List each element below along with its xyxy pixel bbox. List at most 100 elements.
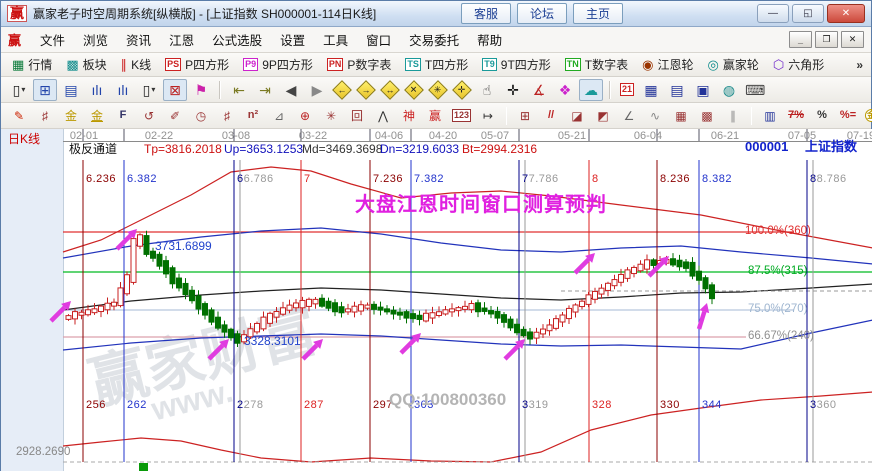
gann-wheel-button[interactable]: ◉江恩轮	[637, 55, 698, 74]
crosshair-button[interactable]: ✛	[501, 79, 525, 101]
gold-circle[interactable]: 金	[865, 109, 872, 122]
gann-top-label-part: 7.236	[373, 173, 403, 185]
parallel-lines[interactable]: ∥	[721, 105, 745, 127]
child-close-button[interactable]: ✕	[841, 31, 864, 48]
p-square-button[interactable]: PSP四方形	[160, 55, 234, 74]
quote-info-button[interactable]: ▤	[59, 79, 83, 101]
calendar-button[interactable]: 21	[620, 83, 634, 96]
tick-ruler-1[interactable]: ♯	[33, 105, 57, 127]
ruler-123[interactable]: 123	[452, 109, 471, 122]
menu-file[interactable]: 文件	[31, 28, 74, 51]
mirror-tool[interactable]: ⊿	[267, 105, 291, 127]
child-restore-button[interactable]: ❐	[815, 31, 838, 48]
gann-diamond-both[interactable]: ↔	[380, 80, 400, 100]
percent-lines[interactable]: %=	[836, 105, 860, 127]
kline-button[interactable]: ∥K线	[116, 55, 157, 74]
price-scale[interactable]: ▥	[758, 105, 782, 127]
9t-square-button[interactable]: T99T四方形	[477, 55, 556, 74]
winner-wheel-button[interactable]: ◎赢家轮	[703, 55, 764, 74]
shen-tool[interactable]: 神	[397, 105, 421, 127]
menu-tools[interactable]: 工具	[314, 28, 357, 51]
compass-pen[interactable]: ✐	[163, 105, 187, 127]
gann-flower-button[interactable]: ❖	[553, 79, 577, 101]
menu-settings[interactable]: 设置	[271, 28, 314, 51]
t-table-button[interactable]: TNT数字表	[560, 55, 633, 74]
p-table-button[interactable]: PNP数字表	[322, 55, 397, 74]
scrollbar-thumb[interactable]	[139, 463, 148, 471]
n2-ruler[interactable]: n²	[241, 105, 265, 127]
percent-strike[interactable]: 7%	[784, 105, 808, 127]
minimize-button[interactable]: —	[757, 4, 789, 23]
arrow-stop[interactable]: ↦	[476, 105, 500, 127]
prev-bar-button[interactable]: ◀	[279, 79, 303, 101]
star-burst[interactable]: ✳	[319, 105, 343, 127]
9p-square-button[interactable]: P99P四方形	[238, 55, 318, 74]
winner-wheel-button-icon: ◎	[708, 58, 719, 71]
first-bar-button[interactable]: ⇤	[227, 79, 251, 101]
customer-service-button[interactable]: 客服	[461, 3, 511, 24]
gann-diamond-left[interactable]: ←	[332, 80, 352, 100]
gann-diamond-right[interactable]: →	[356, 80, 376, 100]
chart-area[interactable]: 赢家财富www. 日K线02-0102-2203-0803-2204-0604-…	[1, 129, 872, 471]
zigzag-tool[interactable]: ∿	[643, 105, 667, 127]
child-minimize-button[interactable]: _	[789, 31, 812, 48]
toolbar1-overflow[interactable]: »	[856, 58, 865, 72]
f-ruler[interactable]: F	[111, 105, 135, 127]
gann-diamond-star[interactable]: ✳	[428, 80, 448, 100]
menu-help[interactable]: 帮助	[468, 28, 511, 51]
drag-hand-button[interactable]: ☝	[475, 79, 499, 101]
sectors-button[interactable]: ▩板块	[61, 55, 111, 74]
save-button[interactable]: ▣	[691, 79, 715, 101]
split-screen-button[interactable]: ⊞	[33, 79, 57, 101]
notepad-button[interactable]: ▤	[665, 79, 689, 101]
bars-9-button[interactable]: ılı	[111, 79, 135, 101]
t-square-button[interactable]: TST四方形	[400, 55, 473, 74]
kline-button-icon: ∥	[121, 58, 128, 71]
gold-ratio-1[interactable]: 金	[59, 105, 83, 127]
angle-measure-button[interactable]: ∡	[527, 79, 551, 101]
spiral-tool[interactable]: ↺	[137, 105, 161, 127]
menu-formula-picker[interactable]: 公式选股	[203, 28, 271, 51]
percent-tool[interactable]: %	[810, 105, 834, 127]
angle-fan[interactable]: ∠	[617, 105, 641, 127]
angle-lines[interactable]: ⋀	[371, 105, 395, 127]
last-bar-button[interactable]: ⇥	[253, 79, 277, 101]
next-bar-button[interactable]: ▶	[305, 79, 329, 101]
forum-button[interactable]: 论坛	[517, 3, 567, 24]
print-button[interactable]: ⌨	[743, 79, 767, 101]
color-chart-button[interactable]: ⚑	[189, 79, 213, 101]
shaded-box[interactable]: ◪	[565, 105, 589, 127]
gann-box[interactable]: ⊞	[513, 105, 537, 127]
gann-diamond-cross[interactable]: ✕	[404, 80, 424, 100]
square-spiral[interactable]: 回	[345, 105, 369, 127]
bars-3-button[interactable]: ılı	[85, 79, 109, 101]
close-button[interactable]: ✕	[827, 4, 865, 23]
ying-tool[interactable]: 赢	[423, 105, 447, 127]
calculator-button[interactable]: ▦	[639, 79, 663, 101]
menu-gann[interactable]: 江恩	[160, 28, 203, 51]
export-button[interactable]: ◍	[717, 79, 741, 101]
grid-fine[interactable]: ▦	[669, 105, 693, 127]
tick-ruler-2[interactable]: ♯	[215, 105, 239, 127]
menu-news[interactable]: 资讯	[117, 28, 160, 51]
grid-coarse[interactable]: ▩	[695, 105, 719, 127]
hexagon-button[interactable]: ⬡六角形	[768, 55, 829, 74]
target-circle[interactable]: ⊕	[293, 105, 317, 127]
gann-diamond-plus[interactable]: ✛	[452, 80, 472, 100]
menu-browse[interactable]: 浏览	[74, 28, 117, 51]
ray-box[interactable]: ◩	[591, 105, 615, 127]
maximize-button[interactable]: ◱	[792, 4, 824, 23]
quotes-button[interactable]: ▦行情	[7, 55, 57, 74]
menu-window[interactable]: 窗口	[357, 28, 400, 51]
t-table-button-label: T数字表	[585, 56, 628, 73]
pattern-tool-button[interactable]: ⊠	[163, 79, 187, 101]
gann-clock[interactable]: ◷	[189, 105, 213, 127]
gold-ratio-2[interactable]: 金	[85, 105, 109, 127]
homepage-button[interactable]: 主页	[573, 3, 623, 24]
smart-tool-button[interactable]: ☁	[579, 79, 603, 101]
candle-dropdown[interactable]: ▯▾	[137, 79, 161, 101]
candle-style-dropdown[interactable]: ▯▾	[7, 79, 31, 101]
fan-rays[interactable]: //	[539, 105, 563, 127]
pen-tool[interactable]: ✎	[7, 105, 31, 127]
menu-trade[interactable]: 交易委托	[400, 28, 468, 51]
